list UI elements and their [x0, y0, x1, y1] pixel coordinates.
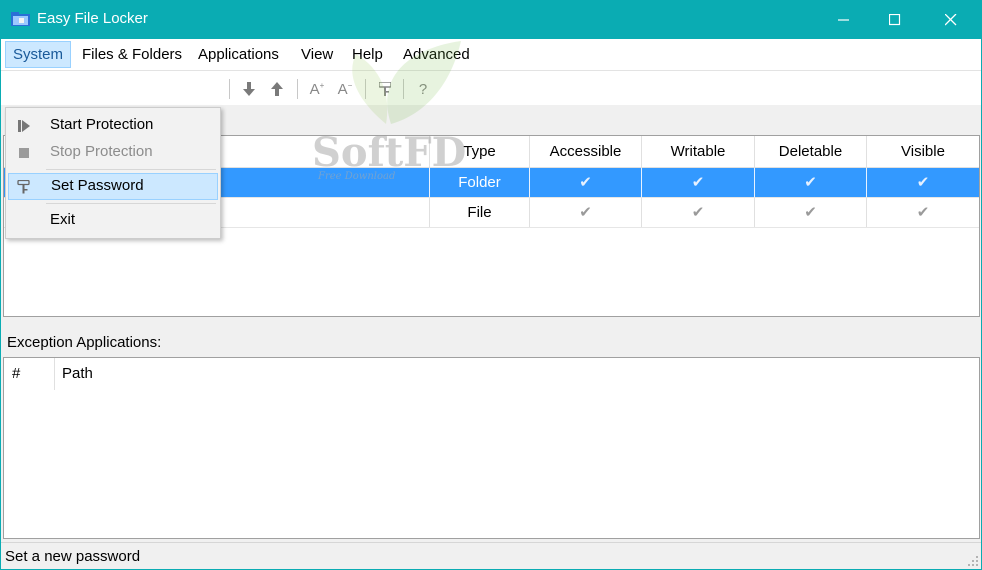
- minimize-icon: [838, 18, 849, 21]
- help-icon: ?: [418, 80, 428, 98]
- status-text: Set a new password: [5, 548, 141, 565]
- toolbar: A+ A− ?: [1, 70, 981, 105]
- menu-view[interactable]: View: [294, 41, 340, 68]
- column-header-number[interactable]: #: [12, 358, 52, 390]
- toolbar-separator: [365, 79, 366, 99]
- maximize-button[interactable]: [872, 0, 918, 39]
- menu-advanced[interactable]: Advanced: [396, 41, 477, 68]
- visible-cell[interactable]: ✔: [867, 168, 979, 197]
- move-up-button[interactable]: [265, 77, 289, 101]
- accessible-cell[interactable]: ✔: [530, 168, 642, 197]
- menu-help[interactable]: Help: [345, 41, 390, 68]
- column-header-writable[interactable]: Writable: [642, 136, 755, 168]
- menu-applications[interactable]: Applications: [191, 41, 286, 68]
- help-button[interactable]: ?: [411, 77, 435, 101]
- move-down-button[interactable]: [237, 77, 261, 101]
- table-header: # Path: [4, 358, 979, 390]
- maximize-icon: [889, 13, 901, 25]
- main-window: System Files & Folders Applications View…: [0, 39, 982, 570]
- menu-system[interactable]: System: [5, 41, 72, 68]
- close-icon: [945, 13, 957, 25]
- menu-item-label: Exit: [50, 211, 76, 228]
- visible-cell[interactable]: ✔: [867, 198, 979, 227]
- font-decrease-icon: A−: [337, 80, 353, 98]
- accessible-cell[interactable]: ✔: [530, 198, 642, 227]
- exception-applications-label: Exception Applications:: [7, 334, 162, 351]
- move-down-icon: [243, 82, 255, 96]
- check-icon: ✔: [804, 174, 817, 191]
- play-icon: [18, 120, 30, 132]
- column-header-path[interactable]: Path: [62, 358, 362, 390]
- key-icon: [379, 82, 391, 96]
- set-password-button[interactable]: [373, 77, 397, 101]
- splitter[interactable]: [1, 318, 981, 326]
- window-title: Easy File Locker: [37, 10, 148, 27]
- row-type: File: [430, 198, 530, 227]
- toolbar-separator: [403, 79, 404, 99]
- check-icon: ✔: [804, 204, 817, 221]
- menu-item-label: Start Protection: [50, 116, 154, 133]
- resize-grip-icon[interactable]: [967, 555, 979, 567]
- exception-applications-table: # Path: [3, 357, 980, 539]
- menu-item-label: Stop Protection: [50, 143, 153, 160]
- menu-item-stop-protection[interactable]: Stop Protection: [8, 139, 218, 166]
- move-up-icon: [271, 82, 283, 96]
- menu-item-label: Set Password: [51, 177, 144, 194]
- system-menu-dropdown: Start Protection Stop Protection Set Pas…: [5, 107, 221, 239]
- row-type: Folder: [430, 168, 530, 197]
- menu-files-folders[interactable]: Files & Folders: [75, 41, 189, 68]
- toolbar-separator: [297, 79, 298, 99]
- title-bar[interactable]: Easy File Locker: [0, 0, 982, 39]
- menu-item-start-protection[interactable]: Start Protection: [8, 112, 218, 139]
- check-icon: ✔: [691, 204, 705, 221]
- menu-bar: System Files & Folders Applications View…: [1, 39, 981, 70]
- key-icon: [17, 180, 30, 194]
- column-header-accessible[interactable]: Accessible: [530, 136, 642, 168]
- check-icon: ✔: [579, 204, 592, 221]
- font-increase-icon: A+: [309, 80, 325, 98]
- menu-item-exit[interactable]: Exit: [8, 207, 218, 234]
- writable-cell[interactable]: ✔: [642, 168, 755, 197]
- folder-lock-icon: [11, 12, 30, 26]
- menu-separator: [46, 169, 216, 170]
- deletable-cell[interactable]: ✔: [755, 198, 867, 227]
- check-icon: ✔: [916, 174, 930, 191]
- check-icon: ✔: [579, 174, 592, 191]
- minimize-button[interactable]: [821, 0, 867, 39]
- column-divider: [54, 358, 55, 390]
- column-header-visible[interactable]: Visible: [867, 136, 979, 168]
- writable-cell[interactable]: ✔: [642, 198, 755, 227]
- menu-item-set-password[interactable]: Set Password: [8, 173, 218, 200]
- toolbar-separator: [229, 79, 230, 99]
- status-bar: Set a new password: [1, 542, 981, 569]
- font-decrease-button[interactable]: A−: [333, 77, 357, 101]
- close-button[interactable]: [928, 0, 974, 39]
- deletable-cell[interactable]: ✔: [755, 168, 867, 197]
- column-header-deletable[interactable]: Deletable: [755, 136, 867, 168]
- font-increase-button[interactable]: A+: [305, 77, 329, 101]
- column-header-type[interactable]: Type: [430, 136, 530, 168]
- stop-icon: [19, 148, 29, 158]
- menu-separator: [46, 203, 216, 204]
- check-icon: ✔: [691, 174, 705, 191]
- check-icon: ✔: [916, 204, 930, 221]
